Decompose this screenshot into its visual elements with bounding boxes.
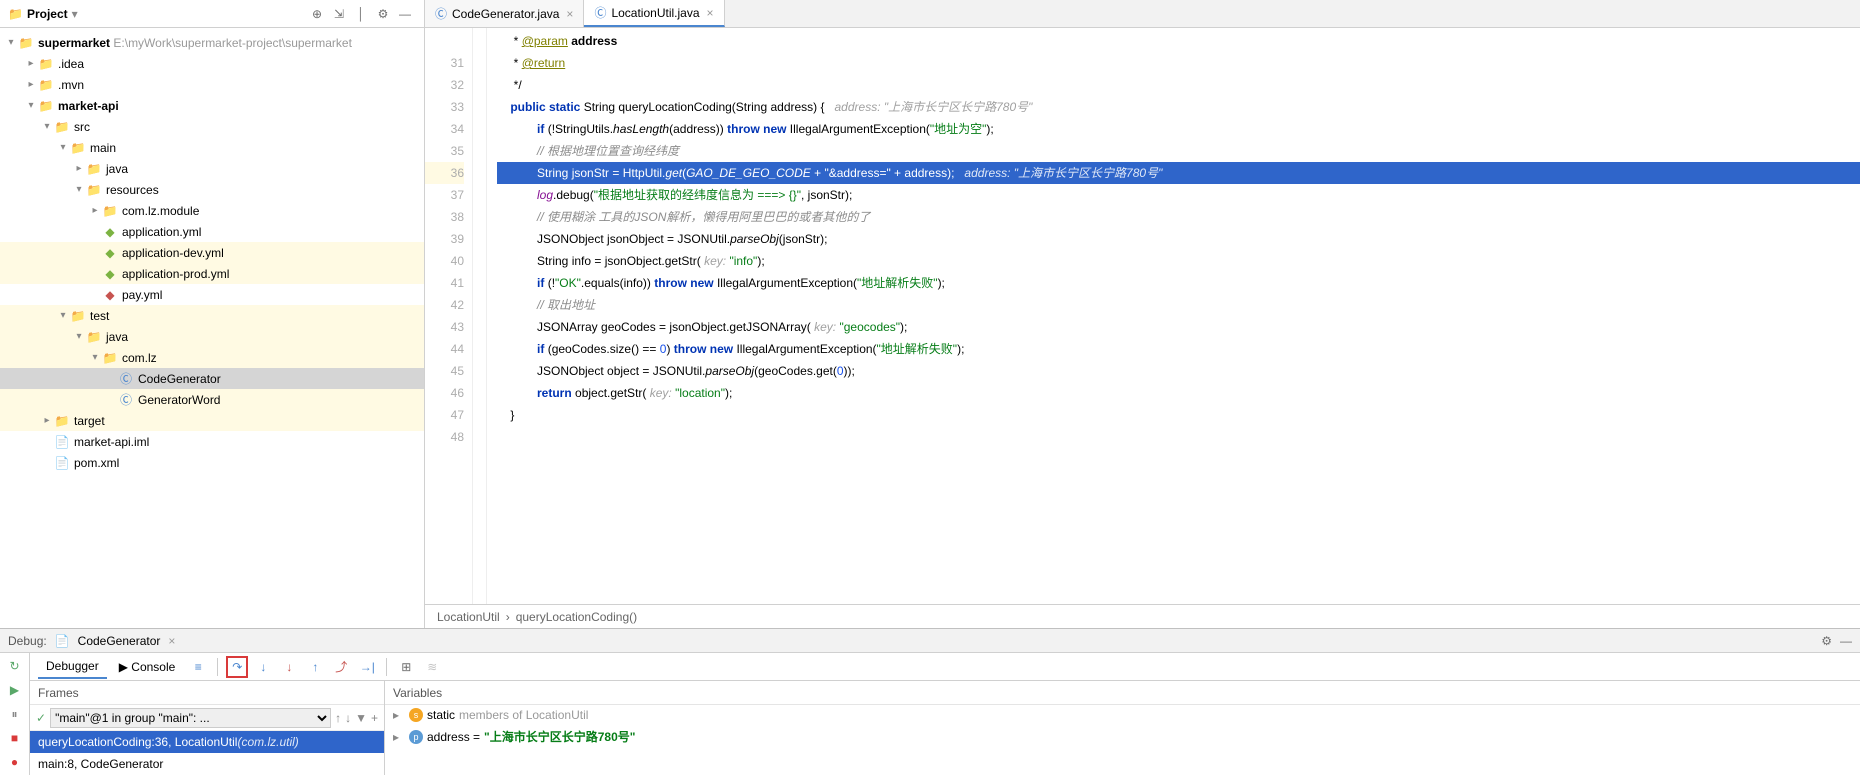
debug-toolbar: Debugger ▶ Console ≡ ↷ ↓ ↓ ↑ ⤴ →| ⊞ ≋ (30, 653, 1860, 681)
tree-item[interactable]: ◆application-prod.yml (0, 263, 424, 284)
stop-icon[interactable]: ■ (6, 729, 24, 747)
project-title: Project (27, 7, 68, 21)
minimize-icon[interactable]: — (1840, 634, 1852, 648)
crumb-method[interactable]: queryLocationCoding() (516, 610, 637, 624)
tree-item[interactable]: ⒸCodeGenerator (0, 368, 424, 389)
frame-item[interactable]: queryLocationCoding:36, LocationUtil (co… (30, 731, 384, 753)
file-icon: Ⓒ (594, 4, 606, 21)
add-icon[interactable]: + (371, 711, 378, 725)
collapse-icon[interactable]: │ (350, 3, 372, 25)
project-icon: 📁 (8, 7, 23, 21)
variables-title: Variables (385, 681, 1860, 705)
view-breakpoints-icon[interactable]: ● (6, 753, 24, 771)
thread-select[interactable]: "main"@1 in group "main": ... (50, 708, 331, 728)
tree-item[interactable]: ▸📁java (0, 158, 424, 179)
frames-title: Frames (30, 681, 384, 705)
close-icon[interactable]: × (707, 6, 714, 20)
code-area[interactable]: * @param address * @return */ public sta… (487, 28, 1860, 604)
editor-tab[interactable]: ⒸLocationUtil.java× (584, 0, 724, 27)
pause-icon[interactable]: ⏸ (6, 705, 24, 723)
close-icon[interactable]: × (168, 634, 175, 648)
tree-item[interactable]: ▸📁.mvn (0, 74, 424, 95)
step-over-icon[interactable]: ↷ (226, 656, 248, 678)
debug-run-toolbar: ↻ ▶ ⏸ ■ ● (0, 653, 30, 775)
tree-item[interactable]: 📄market-api.iml (0, 431, 424, 452)
next-frame-icon[interactable]: ↓ (345, 711, 351, 725)
close-icon[interactable]: × (566, 7, 573, 21)
tree-item[interactable]: 📄pom.xml (0, 452, 424, 473)
step-out-icon[interactable]: ↑ (304, 656, 326, 678)
frames-column: Frames ✓ "main"@1 in group "main": ... ↑… (30, 681, 385, 775)
resume-icon[interactable]: ▶ (6, 681, 24, 699)
tree-item[interactable]: ◆application.yml (0, 221, 424, 242)
variables-column: Variables ▸s static members of LocationU… (385, 681, 1860, 775)
locate-icon[interactable]: ⊕ (306, 3, 328, 25)
drop-frame-icon[interactable]: ⤴ (330, 656, 352, 678)
gutter[interactable]: 313233343536373839404142434445464748 (425, 28, 473, 604)
tree-item[interactable]: ▾📁market-api (0, 95, 424, 116)
expand-icon[interactable]: ⇲ (328, 3, 350, 25)
debug-panel: Debug: 📄 CodeGenerator × ⚙ — ↻ ▶ ⏸ ■ ● D… (0, 628, 1860, 775)
tree-item[interactable]: ▸📁com.lz.module (0, 200, 424, 221)
tab-debugger[interactable]: Debugger (38, 655, 107, 679)
debug-label: Debug: (8, 634, 47, 648)
debug-session[interactable]: CodeGenerator (78, 634, 161, 648)
editor-tabs: ⒸCodeGenerator.java×ⒸLocationUtil.java× (425, 0, 1860, 28)
tree-item[interactable]: ▾📁java (0, 326, 424, 347)
threads-icon[interactable]: ≡ (187, 656, 209, 678)
project-header: 📁 Project ▾ ⊕ ⇲ │ ⚙ — (0, 0, 424, 28)
frame-item[interactable]: main:8, CodeGenerator (30, 753, 384, 775)
tab-console[interactable]: ▶ Console (111, 656, 184, 678)
chevron-right-icon: › (506, 610, 510, 624)
tree-item[interactable]: ▸📁.idea (0, 53, 424, 74)
tree-item[interactable]: ▾📁main (0, 137, 424, 158)
file-icon: Ⓒ (435, 5, 447, 22)
debug-session-icon: 📄 (55, 634, 70, 648)
crumb-class[interactable]: LocationUtil (437, 610, 500, 624)
rerun-icon[interactable]: ↻ (6, 657, 24, 675)
thread-selector-row: ✓ "main"@1 in group "main": ... ↑ ↓ ▼ + (30, 705, 384, 731)
trace-icon[interactable]: ≋ (421, 656, 443, 678)
check-icon: ✓ (36, 711, 46, 725)
hide-icon[interactable]: — (394, 3, 416, 25)
project-panel: 📁 Project ▾ ⊕ ⇲ │ ⚙ — ▾📁supermarket E:\m… (0, 0, 425, 628)
tree-item[interactable]: ⒸGeneratorWord (0, 389, 424, 410)
run-to-cursor-icon[interactable]: →| (356, 656, 378, 678)
tree-item[interactable]: ▾📁com.lz (0, 347, 424, 368)
variable-row[interactable]: ▸p address = "上海市长宁区长宁路780号" (385, 725, 1860, 748)
tree-root[interactable]: ▾📁supermarket E:\myWork\supermarket-proj… (0, 32, 424, 53)
gear-icon[interactable]: ⚙ (1821, 634, 1832, 648)
variable-row[interactable]: ▸s static members of LocationUtil (385, 705, 1860, 725)
filter-icon[interactable]: ▼ (355, 711, 367, 725)
tree-item[interactable]: ◆pay.yml (0, 284, 424, 305)
editor-tab[interactable]: ⒸCodeGenerator.java× (425, 0, 584, 27)
settings-icon[interactable]: ⚙ (372, 3, 394, 25)
tree-item[interactable]: ▾📁test (0, 305, 424, 326)
force-step-into-icon[interactable]: ↓ (278, 656, 300, 678)
tree-item[interactable]: ◆application-dev.yml (0, 242, 424, 263)
tree-item[interactable]: ▸📁target (0, 410, 424, 431)
project-tree[interactable]: ▾📁supermarket E:\myWork\supermarket-proj… (0, 28, 424, 628)
step-into-icon[interactable]: ↓ (252, 656, 274, 678)
tree-item[interactable]: ▾📁src (0, 116, 424, 137)
evaluate-icon[interactable]: ⊞ (395, 656, 417, 678)
dropdown-icon[interactable]: ▾ (72, 7, 78, 21)
prev-frame-icon[interactable]: ↑ (335, 711, 341, 725)
breadcrumb[interactable]: LocationUtil › queryLocationCoding() (425, 604, 1860, 628)
editor-panel: ⒸCodeGenerator.java×ⒸLocationUtil.java× … (425, 0, 1860, 628)
tree-item[interactable]: ▾📁resources (0, 179, 424, 200)
